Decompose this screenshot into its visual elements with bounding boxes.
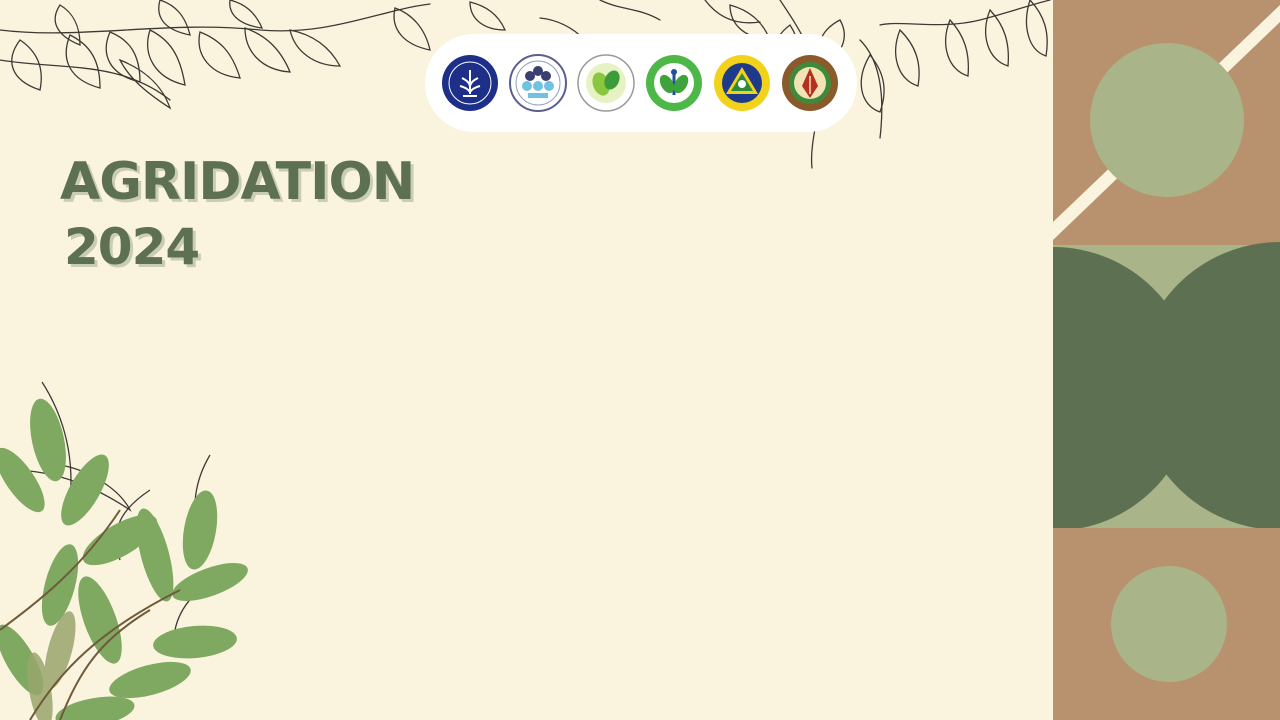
organization-logo-green-leaf-icon [577,54,635,112]
slide-title: AGRIDATION [60,152,415,212]
organization-logo-green-emblem-icon [646,55,702,111]
ipb-university-logo-icon [442,55,498,111]
partner-logo-strip [425,34,857,132]
organization-logo-brown-pen-icon [782,55,838,111]
slide: AGRIDATION 2024 [0,0,1280,720]
organization-logo-yellow-triangle-icon [714,55,770,111]
slide-year: 2024 [64,218,200,276]
plant-illustration [0,381,248,720]
organization-logo-blue-circles-icon [509,54,567,112]
decorative-geometric-panel [1053,0,1280,720]
